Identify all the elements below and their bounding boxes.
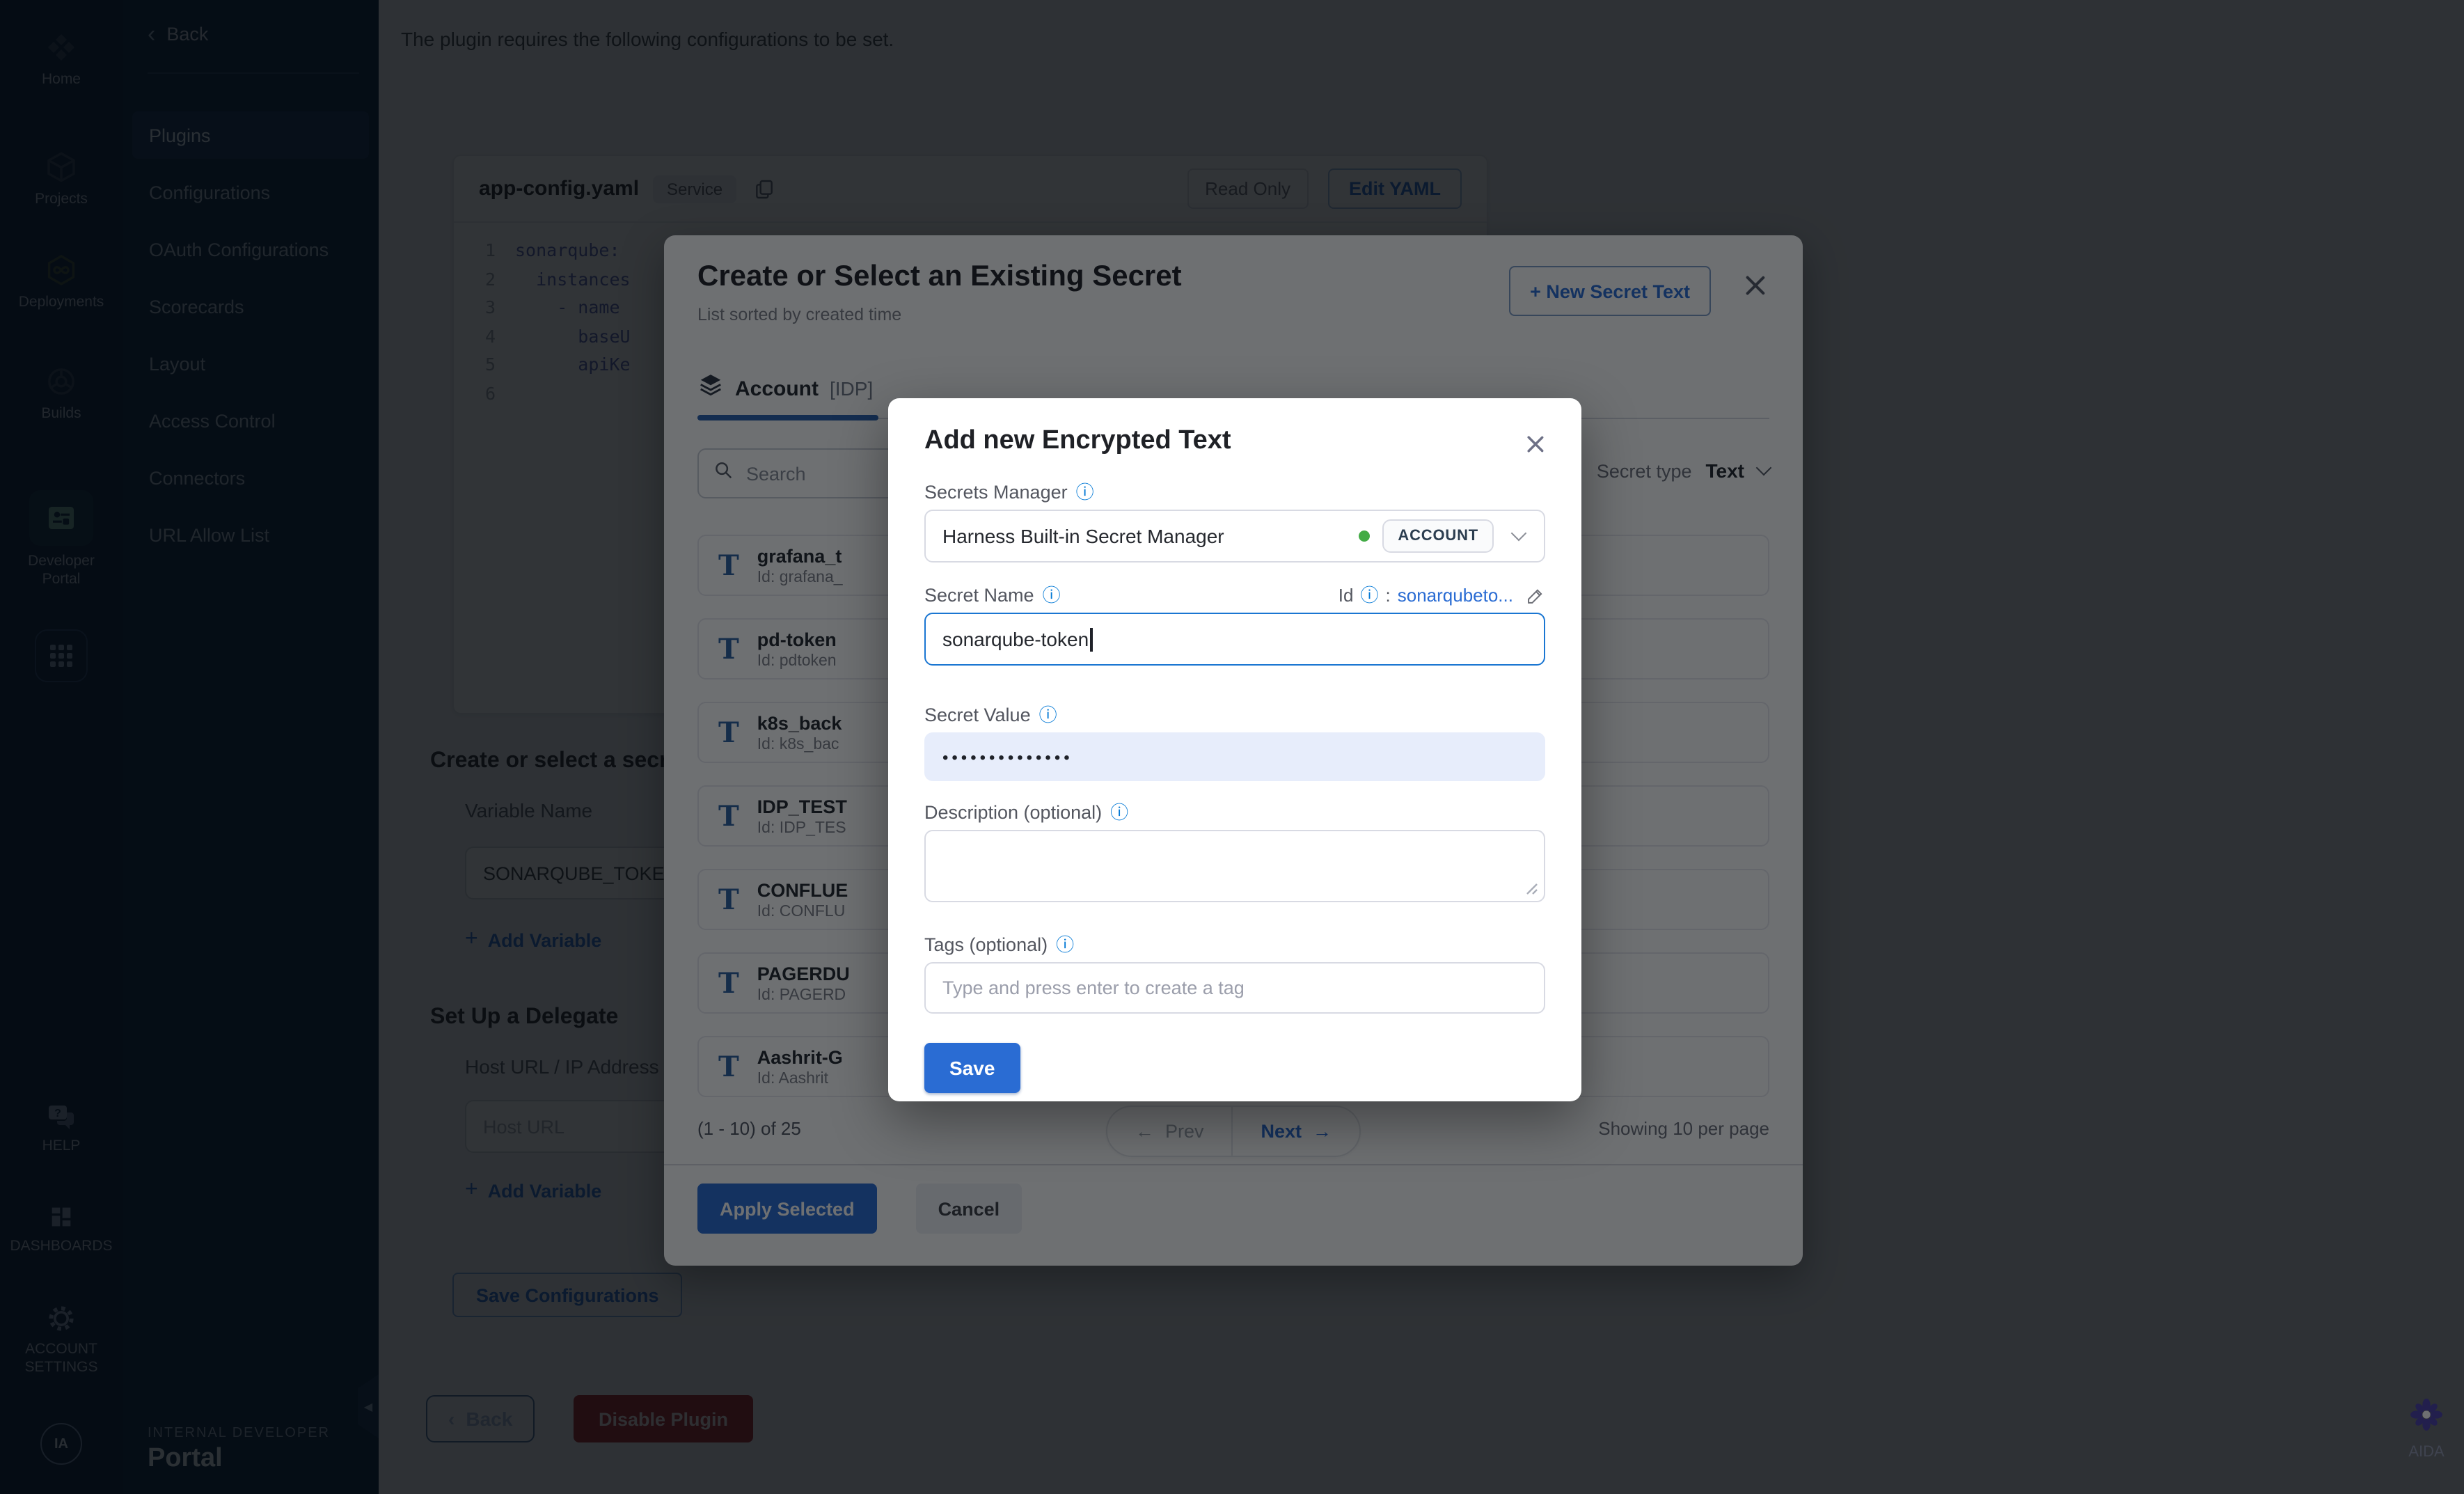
add-encrypted-text-modal: Add new Encrypted Text Secrets Manager H… (888, 398, 1581, 1101)
secret-value-label: Secret Value (924, 705, 1057, 725)
edit-pencil-icon[interactable] (1526, 585, 1545, 605)
info-icon[interactable] (1043, 586, 1061, 604)
status-dot (1359, 530, 1370, 542)
modal-title: Add new Encrypted Text (924, 426, 1231, 457)
info-icon[interactable] (1076, 483, 1094, 501)
description-textarea[interactable] (924, 830, 1545, 902)
secret-id-display: Id : sonarqubeto... (1338, 585, 1545, 606)
tags-label: Tags (optional) (924, 934, 1074, 955)
info-icon[interactable] (1039, 706, 1057, 724)
close-icon[interactable] (1525, 434, 1547, 455)
save-button[interactable]: Save (924, 1043, 1020, 1093)
info-icon[interactable] (1360, 586, 1378, 604)
resize-handle-icon[interactable] (1526, 883, 1538, 895)
text-caret (1090, 627, 1092, 651)
secret-value-input[interactable]: •••••••••••••• (924, 732, 1545, 781)
secret-name-label: Secret Name (924, 585, 1061, 606)
secret-id-link[interactable]: sonarqubeto... (1398, 585, 1513, 606)
secrets-manager-select[interactable]: Harness Built-in Secret Manager ACCOUNT (924, 510, 1545, 563)
info-icon[interactable] (1056, 936, 1074, 954)
tags-input[interactable]: Type and press enter to create a tag (924, 962, 1545, 1014)
info-icon[interactable] (1110, 803, 1128, 821)
description-label: Description (optional) (924, 802, 1128, 823)
secrets-manager-label: Secrets Manager (924, 482, 1094, 503)
secret-name-input[interactable]: sonarqube-token (924, 613, 1545, 666)
scope-badge: ACCOUNT (1382, 519, 1494, 553)
chevron-down-icon (1511, 526, 1527, 542)
app-screen: Home Projects Deployments Builds Develop… (0, 0, 2464, 1494)
